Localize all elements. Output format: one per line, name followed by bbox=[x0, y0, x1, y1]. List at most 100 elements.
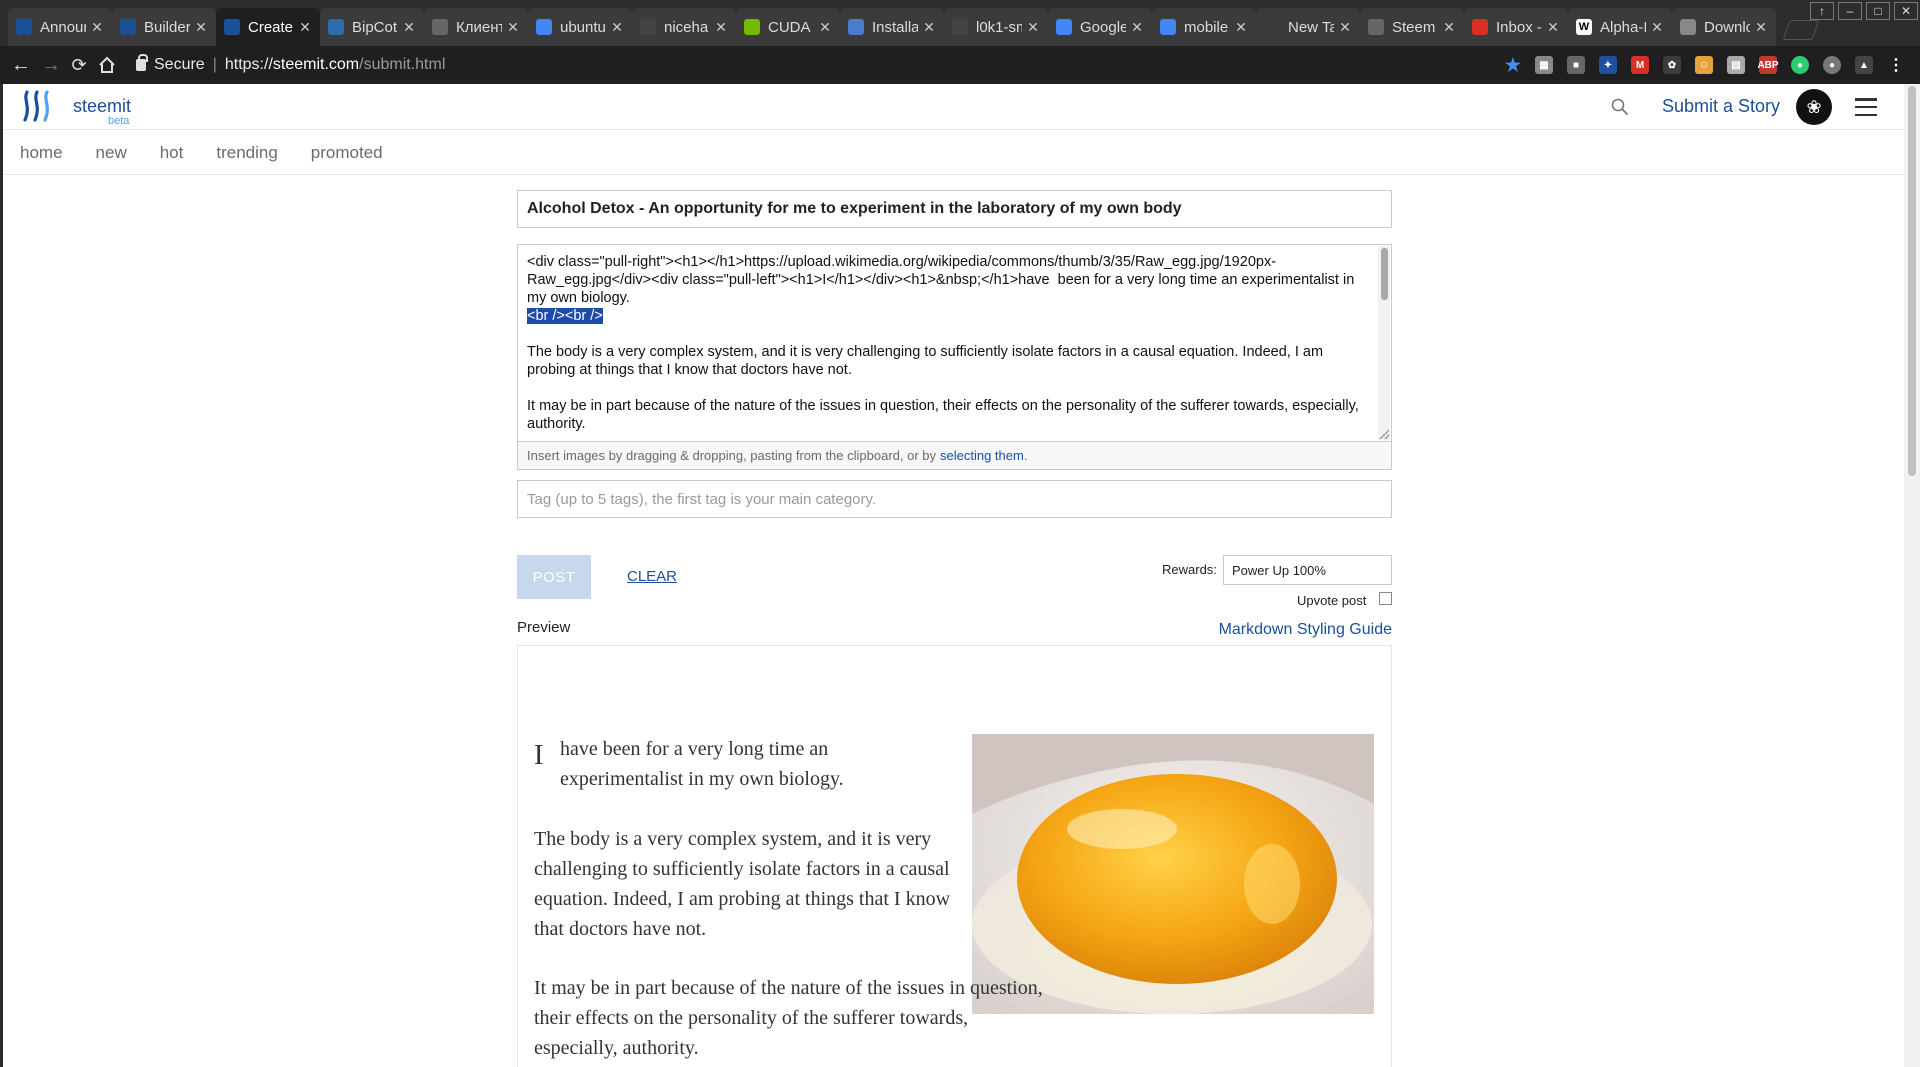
close-tab-icon[interactable]: ✕ bbox=[90, 19, 104, 36]
nav-item-hot[interactable]: hot bbox=[160, 143, 184, 163]
extension-book-icon[interactable]: ▤ bbox=[1727, 56, 1745, 74]
browser-tab[interactable]: W Alpha-I ✕ bbox=[1568, 8, 1672, 46]
close-tab-icon[interactable]: ✕ bbox=[1754, 19, 1768, 36]
extension-chat-icon[interactable]: ● bbox=[1791, 56, 1809, 74]
extension-face-icon[interactable]: ☺ bbox=[1695, 56, 1713, 74]
adblock-icon[interactable]: ABP bbox=[1757, 56, 1779, 74]
browser-tab[interactable]: Steem ✕ bbox=[1360, 8, 1464, 46]
close-window-icon[interactable]: ✕ bbox=[1894, 2, 1918, 20]
nav-item-new[interactable]: new bbox=[96, 143, 127, 163]
close-tab-icon[interactable]: ✕ bbox=[1442, 19, 1456, 36]
bookmark-star-icon[interactable]: ★ bbox=[1504, 55, 1522, 75]
post-body-textarea[interactable]: <div class="pull-right"><h1></h1>https:/… bbox=[517, 244, 1392, 442]
browser-tab[interactable]: CUDA T✕ bbox=[736, 8, 840, 46]
google-icon bbox=[536, 19, 552, 35]
forward-icon[interactable]: → bbox=[38, 52, 64, 78]
submit-story-link[interactable]: Submit a Story bbox=[1662, 96, 1780, 117]
select-images-link[interactable]: selecting them bbox=[940, 448, 1024, 463]
extension-fire-icon[interactable]: ▲ bbox=[1855, 56, 1873, 74]
user-avatar[interactable]: ❀ bbox=[1796, 89, 1832, 125]
browser-tab[interactable]: Builder ✕ bbox=[112, 8, 216, 46]
gmail-icon bbox=[1472, 19, 1488, 35]
tag-input[interactable]: Tag (up to 5 tags), the first tag is you… bbox=[517, 480, 1392, 518]
image-dropzone[interactable]: Insert images by dragging & dropping, pa… bbox=[517, 442, 1392, 470]
close-tab-icon[interactable]: ✕ bbox=[1650, 19, 1664, 36]
body-paragraph-3: It may be in part because of the nature … bbox=[527, 398, 1363, 432]
clear-button[interactable]: CLEAR bbox=[627, 568, 677, 585]
google-translate-icon bbox=[1056, 19, 1072, 35]
close-tab-icon[interactable]: ✕ bbox=[1546, 19, 1560, 36]
browser-tab[interactable]: l0k1-sm✕ bbox=[944, 8, 1048, 46]
browser-tab[interactable]: niceha ✕ bbox=[632, 8, 736, 46]
browser-tab-strip: Annour ✕ Builder ✕ Create ✕ BipCot ✕ Клиент ✕ ubun… bbox=[0, 0, 1920, 46]
extension-gmail-icon[interactable]: M bbox=[1631, 56, 1649, 74]
steemit-logo-icon[interactable] bbox=[21, 90, 57, 122]
close-tab-icon[interactable]: ✕ bbox=[714, 19, 728, 36]
hamburger-menu-icon[interactable] bbox=[1855, 98, 1877, 116]
browser-tab[interactable]: New Tab✕ bbox=[1256, 8, 1360, 46]
browser-tab-title: Клиент bbox=[456, 18, 502, 36]
upvote-post-checkbox[interactable] bbox=[1379, 592, 1392, 605]
extension-lock-icon[interactable]: ■ bbox=[1567, 56, 1585, 74]
close-tab-icon[interactable]: ✕ bbox=[1234, 19, 1248, 36]
profile-icon[interactable]: ↑ bbox=[1810, 2, 1834, 20]
download-icon bbox=[1680, 19, 1696, 35]
logo-beta-badge: beta bbox=[108, 115, 130, 127]
browser-tab[interactable]: Google ✕ bbox=[1048, 8, 1152, 46]
raw-egg-image bbox=[972, 734, 1374, 1014]
browser-tab[interactable]: Inbox - ✕ bbox=[1464, 8, 1568, 46]
rewards-label: Rewards: bbox=[1162, 562, 1217, 577]
page-scrollbar-thumb[interactable] bbox=[1908, 86, 1916, 476]
lock-icon bbox=[136, 54, 148, 71]
address-bar[interactable]: Secure | https://steemit.com/submit.html bbox=[126, 50, 1526, 80]
browser-tab[interactable]: Create ✕ bbox=[216, 8, 320, 46]
home-icon[interactable] bbox=[94, 52, 120, 78]
nav-item-home[interactable]: home bbox=[20, 143, 63, 163]
close-tab-icon[interactable]: ✕ bbox=[1130, 19, 1144, 36]
new-tab-button[interactable] bbox=[1782, 20, 1820, 40]
extension-feather-icon[interactable]: ✿ bbox=[1663, 56, 1681, 74]
logo-text[interactable]: steemit bbox=[73, 96, 131, 117]
minimize-icon[interactable]: – bbox=[1838, 2, 1862, 20]
preview-header: Preview Markdown Styling Guide bbox=[517, 619, 1392, 645]
extension-ghost-icon[interactable]: ● bbox=[1823, 56, 1841, 74]
rewards-select[interactable]: Power Up 100% bbox=[1223, 555, 1392, 585]
browser-tab[interactable]: ubuntu ✕ bbox=[528, 8, 632, 46]
back-icon[interactable]: ← bbox=[8, 52, 34, 78]
nav-item-promoted[interactable]: promoted bbox=[311, 143, 383, 163]
search-icon[interactable] bbox=[1611, 98, 1629, 116]
markdown-guide-link[interactable]: Markdown Styling Guide bbox=[1219, 621, 1392, 639]
post-button[interactable]: POST bbox=[517, 555, 591, 599]
browser-tab[interactable]: BipCot ✕ bbox=[320, 8, 424, 46]
resize-grip-icon[interactable] bbox=[1379, 429, 1389, 439]
browser-tab[interactable]: Annour ✕ bbox=[8, 8, 112, 46]
body-line-html: <div class="pull-right"><h1></h1>https:/… bbox=[527, 254, 1359, 306]
close-tab-icon[interactable]: ✕ bbox=[194, 19, 208, 36]
reload-icon[interactable]: ⟳ bbox=[66, 52, 92, 78]
browser-tab[interactable]: Клиент ✕ bbox=[424, 8, 528, 46]
browser-tab-title: Installa bbox=[872, 18, 918, 36]
browser-tab-title: CUDA T bbox=[768, 18, 814, 36]
post-title-input[interactable]: Alcohol Detox - An opportunity for me to… bbox=[517, 190, 1392, 228]
close-tab-icon[interactable]: ✕ bbox=[1338, 19, 1352, 36]
close-tab-icon[interactable]: ✕ bbox=[506, 19, 520, 36]
close-tab-icon[interactable]: ✕ bbox=[818, 19, 832, 36]
maximize-icon[interactable]: □ bbox=[1866, 2, 1890, 20]
page-scrollbar[interactable] bbox=[1904, 84, 1920, 1067]
google-icon bbox=[1160, 19, 1176, 35]
editor-scrollbar[interactable] bbox=[1378, 246, 1390, 440]
extension-qr-icon[interactable]: ▦ bbox=[1535, 56, 1553, 74]
browser-tab[interactable]: Installa ✕ bbox=[840, 8, 944, 46]
browser-tab[interactable]: mobile ✕ bbox=[1152, 8, 1256, 46]
close-tab-icon[interactable]: ✕ bbox=[610, 19, 624, 36]
close-tab-icon[interactable]: ✕ bbox=[298, 19, 312, 36]
nav-item-trending[interactable]: trending bbox=[216, 143, 277, 163]
close-tab-icon[interactable]: ✕ bbox=[922, 19, 936, 36]
browser-tab[interactable]: Downlo ✕ bbox=[1672, 8, 1776, 46]
close-tab-icon[interactable]: ✕ bbox=[1026, 19, 1040, 36]
browser-toolbar: ← → ⟳ Secure | https://steemit.com/submi… bbox=[0, 46, 1920, 84]
page-icon bbox=[432, 19, 448, 35]
extension-flag-icon[interactable]: ✦ bbox=[1599, 56, 1617, 74]
browser-menu-icon[interactable]: ⋮ bbox=[1887, 56, 1905, 74]
close-tab-icon[interactable]: ✕ bbox=[402, 19, 416, 36]
